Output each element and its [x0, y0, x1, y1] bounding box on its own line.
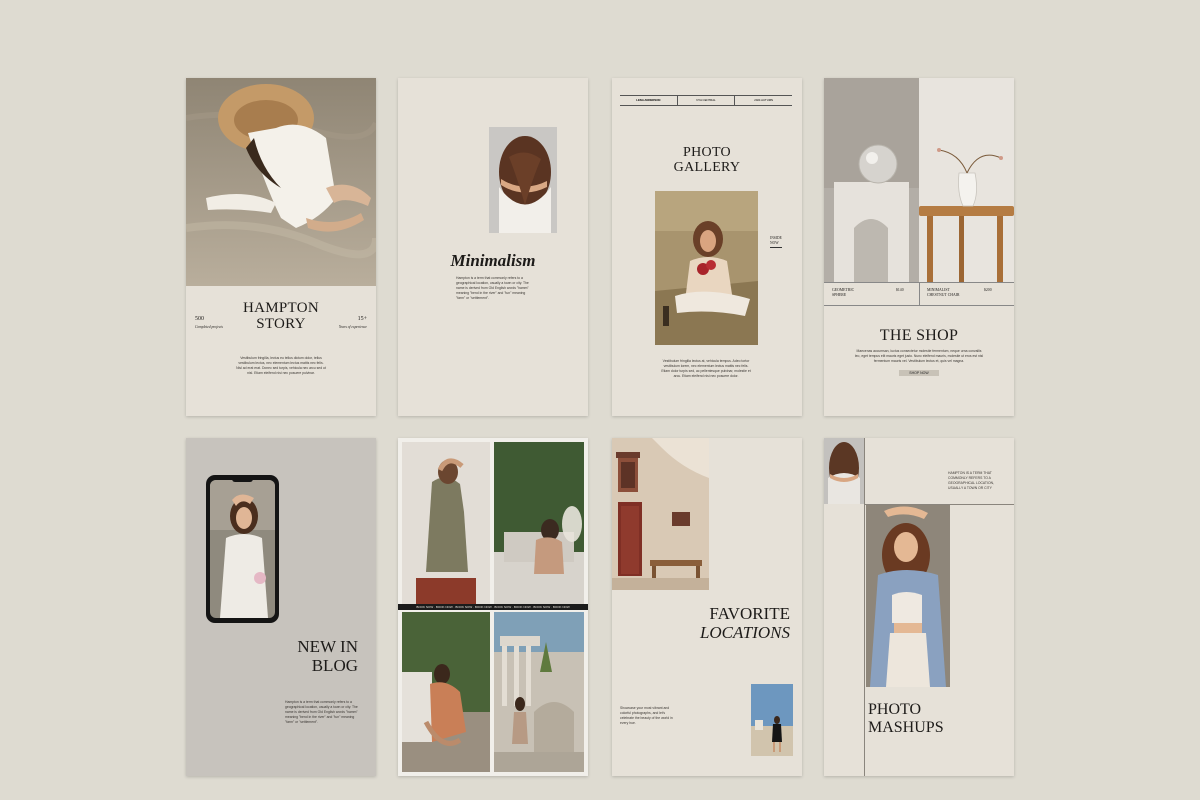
minimalism-template[interactable]: Minimalism Hampton is a term that common… — [398, 78, 588, 416]
locations-small-photo — [751, 684, 793, 756]
sphere-product-photo — [824, 78, 919, 282]
item2-price: $200 — [984, 288, 992, 292]
title-line-1: PHOTO — [683, 145, 731, 160]
hampton-story-template[interactable]: HAMPTON STORY 500 Completed projects 15+… — [186, 78, 376, 416]
collage-photo-3 — [402, 612, 490, 772]
side-label-line-1: INSIDE — [770, 236, 782, 240]
item1-name: GEOMETRIC SPHERE — [832, 288, 854, 298]
side-label-line-2: NOW — [770, 241, 779, 245]
favorite-locations-template[interactable]: FAVORITE LOCATIONS Showcase your most vi… — [612, 438, 802, 776]
beach-photo — [186, 78, 376, 286]
title-line-1: HAMPTON — [242, 300, 319, 316]
collage-photo-1 — [402, 442, 490, 604]
field-photo — [655, 191, 758, 345]
item1-price: $140 — [896, 288, 904, 292]
the-shop-template[interactable]: GEOMETRIC SPHERE $140 MINIMALIST CHESTNU… — [824, 78, 1014, 416]
photo-gallery-title: PHOTO GALLERY — [652, 145, 762, 175]
stat-right-label: Years of experience — [338, 325, 367, 329]
photo-gallery-template[interactable]: LENA ANDERSON NYA CENTRAL 2024 AUTUMN PH… — [612, 78, 802, 416]
header-cell-place: NYA CENTRAL — [678, 96, 736, 105]
title-line-2: MASHUPS — [868, 719, 944, 737]
hampton-body-text: Vestibulum fringilla, lectus eu tellus d… — [236, 356, 326, 375]
stat-left-number: 500 — [195, 316, 204, 322]
product-divider — [919, 283, 920, 305]
new-in-blog-template[interactable]: NEW IN BLOG Hampton is a term that commo… — [186, 438, 376, 776]
title-line-1: NEW IN — [297, 637, 358, 656]
header-cell-name: LENA ANDERSON — [620, 96, 678, 105]
chair-product-photo — [919, 78, 1014, 282]
inside-now-label: INSIDE NOW — [770, 236, 782, 248]
mashups-caption: HAMPTON IS A TERM THAT COMMONLY REFERS T… — [948, 471, 994, 490]
mashups-main-photo — [866, 505, 950, 687]
stat-left-label: Completed projects — [195, 325, 223, 329]
item2-name-line-2: CHESTNUT CHAIR — [927, 293, 960, 297]
photo-collage-template[interactable]: BOOK NOW · BOOK NOW · BOOK NOW · BOOK NO… — [398, 438, 588, 776]
item2-name: MINIMALIST CHESTNUT CHAIR — [927, 288, 960, 298]
building-photo — [612, 438, 709, 590]
collage-photo-2 — [494, 442, 584, 604]
gallery-body-text: Vestibulum fringilla lectus at, vehicula… — [661, 359, 751, 378]
phone-notch — [232, 478, 253, 482]
stat-right-number: 15+ — [357, 316, 367, 322]
title-line-2: GALLERY — [673, 159, 741, 175]
shop-body-text: Maecenas accumsan, luctus consectetur mo… — [854, 349, 984, 363]
hair-photo — [489, 127, 557, 233]
header-cell-date: 2024 AUTUMN — [754, 98, 774, 102]
phone-mockup — [206, 475, 279, 623]
book-now-strip: BOOK NOW · BOOK NOW · BOOK NOW · BOOK NO… — [398, 604, 588, 610]
minimalism-title: Minimalism — [450, 251, 536, 270]
title-line-1: FAVORITE — [709, 604, 790, 623]
favorite-locations-title: FAVORITE LOCATIONS — [672, 604, 790, 642]
gallery-header-bar: LENA ANDERSON NYA CENTRAL 2024 AUTUMN — [620, 95, 792, 106]
item2-name-line-1: MINIMALIST — [927, 288, 950, 292]
locations-body-text: Showcase your most vibrant and colorful … — [620, 706, 673, 725]
blog-body-text: Hampton is a term that commonly refers t… — [285, 700, 358, 724]
photo-mashups-title: PHOTO MASHUPS — [868, 701, 944, 738]
the-shop-title: THE SHOP — [879, 327, 959, 344]
mashups-small-photo — [824, 438, 864, 504]
title-line-2: BLOG — [311, 655, 358, 675]
title-line-2: STORY — [256, 315, 306, 332]
collage-photo-4 — [494, 612, 584, 772]
phone-screen-photo — [210, 480, 275, 618]
item1-name-line-2: SPHERE — [832, 293, 847, 297]
minimalism-body-text: Hampton is a term that commonly refers t… — [456, 276, 529, 300]
hampton-story-title: HAMPTON STORY — [226, 300, 336, 333]
title-line-1: PHOTO — [868, 701, 922, 718]
product-label-row: GEOMETRIC SPHERE $140 MINIMALIST CHESTNU… — [824, 282, 1014, 306]
item1-name-line-1: GEOMETRIC — [832, 288, 855, 292]
photo-mashups-template[interactable]: HAMPTON IS A TERM THAT COMMONLY REFERS T… — [824, 438, 1014, 776]
mashups-vertical-line — [864, 438, 865, 776]
new-in-blog-title: NEW IN BLOG — [276, 637, 358, 675]
title-line-2: LOCATIONS — [699, 622, 790, 642]
shop-now-button[interactable]: SHOP NOW — [899, 370, 939, 376]
